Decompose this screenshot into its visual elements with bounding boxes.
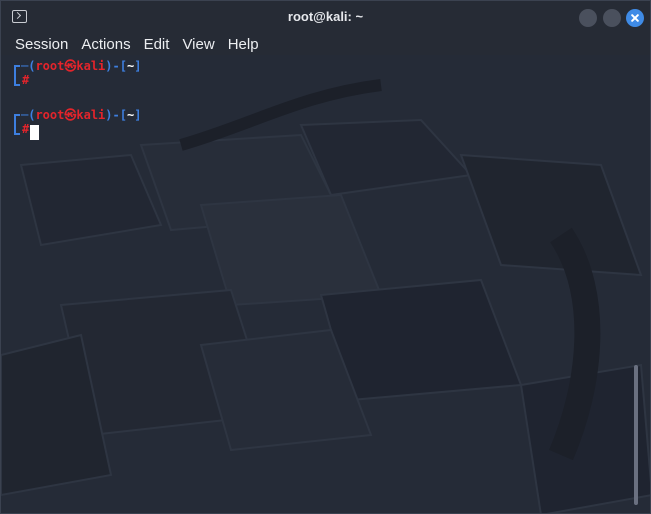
prompt-symbol: # (22, 73, 30, 87)
prompt-frame (14, 65, 20, 86)
prompt-user: root (35, 59, 65, 73)
text-cursor (30, 125, 39, 140)
close-button[interactable] (626, 9, 644, 27)
terminal-window: root@kali: ~ Session Actions Edit View H… (0, 0, 651, 514)
maximize-button[interactable] (603, 9, 621, 27)
prompt-symbol: # (22, 122, 30, 136)
window-title: root@kali: ~ (287, 9, 364, 24)
prompt-line: ─(root㉿kali)-[~] (21, 108, 142, 122)
prompt-host: kali (76, 108, 106, 122)
minimize-button[interactable] (579, 9, 597, 27)
menu-bar: Session Actions Edit View Help (1, 33, 650, 55)
prompt-user: root (35, 108, 65, 122)
menu-help[interactable]: Help (228, 36, 259, 53)
prompt-line: ─(root㉿kali)-[~] (21, 59, 142, 73)
prompt-host: kali (76, 59, 106, 73)
menu-view[interactable]: View (182, 36, 214, 53)
terminal-output[interactable]: ─(root㉿kali)-[~] # ─(root㉿kali)-[~] # (1, 55, 650, 513)
prompt-symbol-line: # (22, 73, 29, 87)
shell-prompt: ─(root㉿kali)-[~] # (14, 59, 314, 93)
prompt-frame (14, 114, 20, 135)
shell-prompt: ─(root㉿kali)-[~] # (14, 108, 314, 142)
kali-at-icon: ㉿ (64, 108, 77, 122)
menu-session[interactable]: Session (15, 36, 68, 53)
scrollbar[interactable] (634, 365, 638, 505)
prompt-symbol-line: # (22, 122, 29, 136)
kali-at-icon: ㉿ (64, 59, 77, 73)
menu-actions[interactable]: Actions (81, 36, 130, 53)
menu-edit[interactable]: Edit (144, 36, 170, 53)
title-bar[interactable]: root@kali: ~ (1, 1, 650, 33)
